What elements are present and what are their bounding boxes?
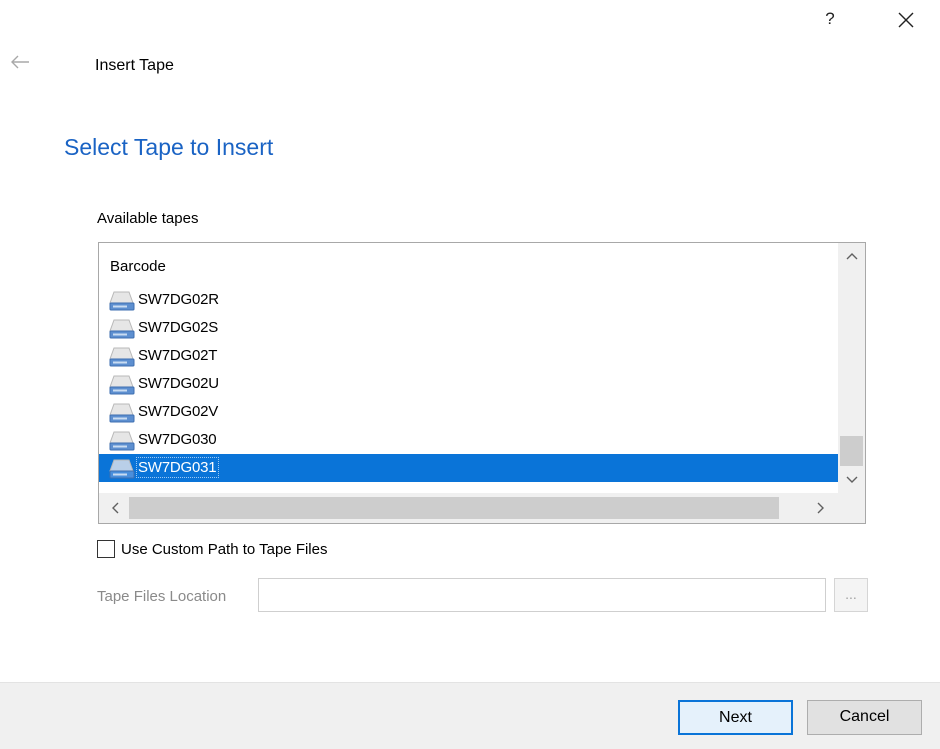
tape-row[interactable]: SW7DG030 (99, 426, 838, 454)
tape-row[interactable]: SW7DG02T (99, 342, 838, 370)
chevron-up-icon (846, 253, 857, 260)
scrollbar-corner (838, 493, 865, 523)
dialog-footer: Next Cancel (0, 682, 940, 749)
tape-files-location-input[interactable] (258, 578, 826, 612)
tape-barcode-label: SW7DG02U (138, 375, 219, 392)
tape-drive-icon (109, 402, 137, 424)
tape-barcode-label: SW7DG031 (136, 457, 220, 478)
close-button[interactable] (892, 6, 920, 34)
window-title: Insert Tape (95, 57, 174, 74)
tape-drive-icon (109, 318, 137, 340)
vertical-scrollbar[interactable] (838, 243, 865, 493)
scroll-down-button[interactable] (838, 469, 865, 491)
tape-files-location-label: Tape Files Location (97, 588, 227, 605)
cancel-button[interactable]: Cancel (807, 700, 922, 735)
use-custom-path-checkbox[interactable] (97, 540, 115, 558)
chevron-down-icon (846, 476, 857, 483)
tape-drive-icon (109, 458, 137, 480)
scroll-right-button[interactable] (807, 493, 835, 523)
available-tapes-label: Available tapes (97, 210, 199, 227)
vertical-scroll-thumb[interactable] (840, 436, 863, 466)
tape-barcode-label: SW7DG02T (138, 347, 218, 364)
tape-barcode-label: SW7DG030 (138, 431, 217, 448)
tape-rows: SW7DG02R SW7DG02S SW7DG02T SW7DG02U SW7DG02V… (99, 286, 838, 482)
scroll-left-button[interactable] (101, 493, 129, 523)
tape-row[interactable]: SW7DG02R (99, 286, 838, 314)
tape-barcode-label: SW7DG02V (138, 403, 219, 420)
tape-listbox[interactable]: Barcode SW7DG02R SW7DG02S SW7DG02T SW7DG02U… (98, 242, 866, 524)
tape-row[interactable]: SW7DG031 (99, 454, 838, 482)
chevron-left-icon (112, 502, 119, 514)
browse-button[interactable]: ... (834, 578, 868, 612)
scroll-up-button[interactable] (838, 245, 865, 267)
tape-drive-icon (109, 374, 137, 396)
close-icon (898, 12, 914, 28)
arrow-left-icon (11, 55, 29, 69)
tape-drive-icon (109, 430, 137, 452)
back-button[interactable] (8, 52, 34, 72)
page-heading: Select Tape to Insert (64, 134, 274, 160)
help-button[interactable]: ? (818, 8, 842, 32)
tape-row[interactable]: SW7DG02S (99, 314, 838, 342)
tape-barcode-label: SW7DG02S (138, 319, 219, 336)
chevron-right-icon (817, 502, 824, 514)
horizontal-scroll-thumb[interactable] (129, 497, 779, 519)
tape-drive-icon (109, 346, 137, 368)
next-button[interactable]: Next (678, 700, 793, 735)
tape-barcode-label: SW7DG02R (138, 291, 219, 308)
tape-drive-icon (109, 290, 137, 312)
horizontal-scrollbar[interactable] (99, 493, 865, 523)
use-custom-path-label[interactable]: Use Custom Path to Tape Files (121, 541, 327, 558)
tape-row[interactable]: SW7DG02U (99, 370, 838, 398)
barcode-column-header[interactable]: Barcode (110, 258, 166, 275)
tape-row[interactable]: SW7DG02V (99, 398, 838, 426)
